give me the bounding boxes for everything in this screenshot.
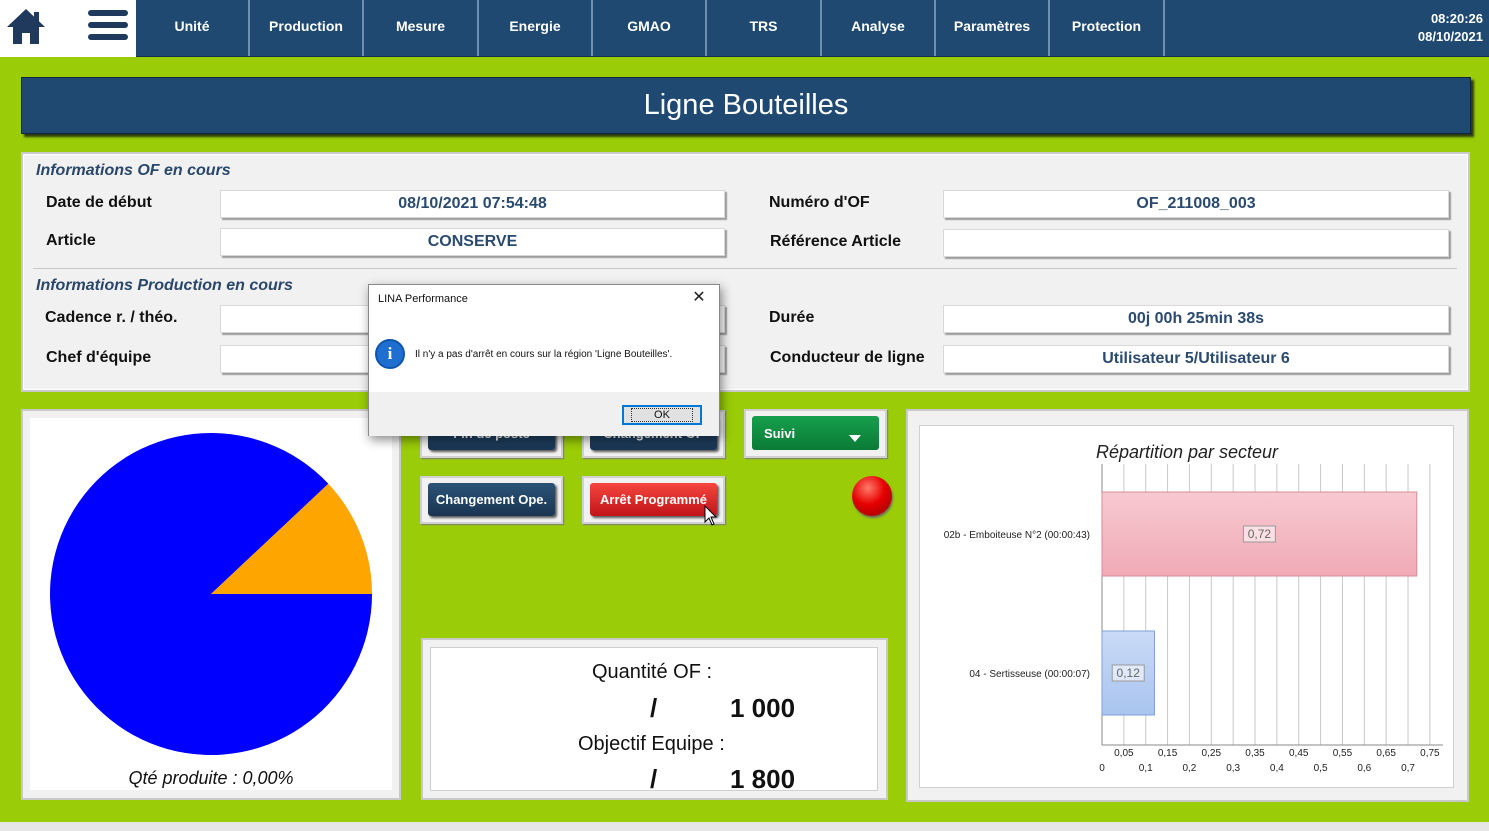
suivi-frame: Suivi (744, 409, 887, 458)
objectif-equipe-label: Objectif Equipe : (578, 733, 725, 755)
quantite-of-label: Quantité OF : (592, 661, 713, 683)
date-debut-field: 08/10/2021 07:54:48 (220, 190, 725, 218)
x-tick-label: 0,7 (1401, 763, 1415, 774)
x-tick-label: 0,65 (1376, 748, 1396, 759)
x-tick-label: 0,25 (1202, 748, 1222, 759)
ok-label: OK (631, 408, 693, 422)
chef-equipe-label: Chef d'équipe (46, 349, 152, 366)
quantite-of-slash: / (650, 693, 658, 723)
dialog-footer: OK (369, 392, 719, 436)
category-label: 04 - Sertisseuse (00:00:07) (969, 669, 1090, 680)
chevron-down-icon (849, 435, 861, 442)
bar-chart-area: Répartition par secteur 0,05 0,15 0,25 0,35 0… (919, 425, 1454, 788)
date-debut-label: Date de début (46, 194, 152, 211)
numero-of-label: Numéro d'OF (769, 194, 870, 211)
tab-trs[interactable]: TRS (707, 0, 822, 56)
message-dialog: LINA Performance ✕ i Il n'y a pas d'arrê… (368, 284, 720, 436)
conducteur-field: Utilisateur 5/Utilisateur 6 (943, 345, 1449, 373)
duree-label: Durée (769, 309, 815, 326)
tab-unite[interactable]: Unité (136, 0, 250, 56)
status-indicator-light (852, 476, 892, 516)
top-bar: Unité Production Mesure Energie GMAO TRS… (0, 0, 1489, 57)
category-label: 02b - Emboiteuse N°2 (00:00:43) (944, 530, 1090, 541)
close-icon[interactable]: ✕ (689, 289, 709, 309)
dialog-message: Il n'y a pas d'arrêt en cours sur la rég… (415, 349, 673, 360)
ref-article-label: Référence Article (770, 233, 902, 250)
bar-chart: Répartition par secteur 0,05 0,15 0,25 0,35 0… (944, 442, 1443, 774)
article-field: CONSERVE (220, 228, 725, 256)
changement-ope-frame: Changement Ope. (420, 476, 563, 524)
x-tick-label: 0,4 (1270, 763, 1284, 774)
x-tick-label: 0,6 (1357, 763, 1371, 774)
tab-parametres[interactable]: Paramètres (936, 0, 1050, 56)
x-tick-label: 0,75 (1420, 748, 1440, 759)
data-label: 0,12 (1117, 666, 1141, 680)
prod-section-title: Informations Production en cours (36, 277, 293, 294)
pie-panel: Qté produite : 0,00% (21, 409, 401, 800)
suivi-dropdown-button[interactable]: Suivi (752, 416, 879, 450)
hamburger-menu-icon[interactable] (88, 10, 128, 44)
pie-chart (50, 433, 372, 755)
x-tick-label: 0,35 (1245, 748, 1265, 759)
duree-field: 00j 00h 25min 38s (943, 305, 1449, 333)
tab-gmao[interactable]: GMAO (593, 0, 707, 56)
divider (33, 268, 1457, 269)
x-tick-label: 0,45 (1289, 748, 1309, 759)
x-tick-label: 0 (1099, 763, 1105, 774)
data-label: 0,72 (1248, 527, 1272, 541)
dialog-title: LINA Performance (378, 293, 468, 305)
tab-analyse[interactable]: Analyse (822, 0, 936, 56)
page-title: Ligne Bouteilles (21, 77, 1471, 134)
article-label: Article (46, 232, 96, 249)
chart-panel: Répartition par secteur 0,05 0,15 0,25 0,35 0… (906, 409, 1469, 802)
pie-chart-area: Qté produite : 0,00% (30, 418, 392, 790)
objectif-equipe-slash: / (650, 764, 658, 794)
tab-protection[interactable]: Protection (1050, 0, 1165, 56)
of-section-title: Informations OF en cours (36, 162, 231, 179)
x-tick-label: 0,2 (1182, 763, 1196, 774)
info-icon: i (375, 339, 405, 369)
ref-article-field (943, 229, 1449, 257)
x-tick-label: 0,1 (1139, 763, 1153, 774)
x-tick-label: 0,05 (1114, 748, 1134, 759)
x-tick-label: 0,3 (1226, 763, 1240, 774)
tab-mesure[interactable]: Mesure (364, 0, 479, 56)
x-tick-label: 0,5 (1314, 763, 1328, 774)
tab-production[interactable]: Production (250, 0, 364, 56)
main-navigation: Unité Production Mesure Energie GMAO TRS… (136, 0, 1489, 57)
mouse-cursor-icon (704, 505, 718, 526)
numero-of-field: OF_211008_003 (943, 190, 1449, 218)
objectif-equipe-value: 1 800 (730, 764, 796, 794)
changement-ope-button[interactable]: Changement Ope. (428, 483, 555, 516)
bottom-strip (0, 822, 1489, 831)
tab-energie[interactable]: Energie (479, 0, 593, 56)
chart-title: Répartition par secteur (1096, 442, 1279, 462)
x-tick-label: 0,15 (1158, 748, 1178, 759)
pie-label: Qté produite : 0,00% (128, 768, 294, 788)
cadence-label: Cadence r. / théo. (45, 309, 178, 326)
quantite-of-value: 1 000 (730, 693, 796, 723)
ok-button[interactable]: OK (622, 405, 702, 425)
clock-time: 08:20:26 (1430, 11, 1483, 26)
clock-date: 08/10/2021 (1417, 29, 1483, 44)
x-tick-label: 0,55 (1333, 748, 1353, 759)
home-icon[interactable] (6, 6, 46, 48)
info-panel: Informations OF en cours Date de début 0… (21, 152, 1470, 392)
arret-programme-button[interactable]: Arrêt Programmé (590, 483, 717, 516)
suivi-label: Suivi (764, 425, 796, 441)
clock: 08:20:26 08/10/2021 (1418, 10, 1483, 46)
quantity-panel: Quantité OF : / 1 000 Objectif Equipe : … (421, 638, 888, 800)
conducteur-label: Conducteur de ligne (770, 349, 925, 366)
quantity-box: Quantité OF : / 1 000 Objectif Equipe : … (430, 647, 878, 794)
